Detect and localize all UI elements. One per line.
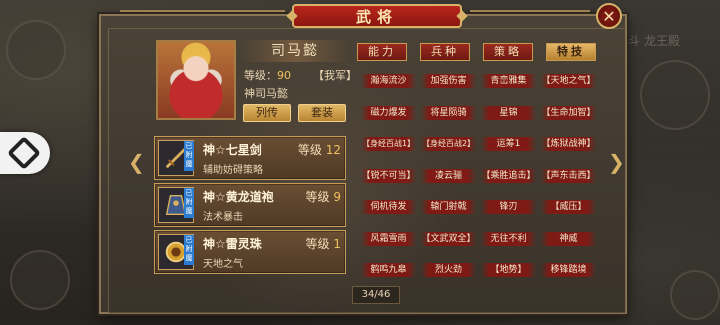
equipment-level-value: 9	[333, 190, 341, 204]
skill-item[interactable]: 运筹1	[481, 137, 536, 151]
tab-special-skills[interactable]: 特技	[546, 43, 596, 61]
equipment-level-value: 1	[333, 237, 341, 251]
close-icon: ✕	[602, 6, 616, 26]
hero-portrait[interactable]	[156, 40, 236, 120]
enchanted-tag: 已附魔	[184, 141, 194, 171]
skill-item[interactable]: 凌云骊	[421, 168, 476, 183]
sword-icon: 已附魔	[158, 140, 194, 176]
equipment-description: 辅助妨碍策略	[203, 165, 263, 176]
skill-item[interactable]: 辕门射戟	[421, 200, 476, 214]
title-decoration-right	[470, 10, 590, 12]
skill-item[interactable]: 【地势】	[481, 263, 536, 277]
page-indicator: 34/46	[352, 286, 400, 304]
equipment-level-label: 等级	[305, 190, 330, 204]
enchanted-tag: 已附魔	[184, 235, 194, 265]
skill-item[interactable]: 移锋踏境	[541, 263, 596, 277]
hero-name: 司马懿	[241, 40, 349, 62]
skill-item[interactable]: 【身经百战2】	[421, 137, 476, 151]
skill-item[interactable]: 【文武双全】	[421, 231, 476, 246]
skill-item[interactable]: 瀚海流沙	[361, 74, 416, 88]
skill-item[interactable]: 【乘胜追击】	[481, 168, 536, 183]
biography-button[interactable]: 列传	[243, 104, 291, 122]
equipment-name: 神☆雷灵珠	[203, 237, 262, 251]
set-button[interactable]: 套装	[298, 104, 346, 122]
menu-glyph-icon	[7, 136, 41, 170]
equipment-level: 等级 12	[298, 141, 341, 158]
equipment-slot[interactable]: 已附魔 神☆七星剑 等级 12 辅助妨碍策略	[154, 136, 346, 180]
hero-faction: 【我军】	[313, 69, 357, 82]
next-arrow-icon[interactable]: ❯	[608, 150, 625, 174]
side-menu-handle[interactable]	[0, 132, 50, 174]
skill-item[interactable]: 将星陨骑	[421, 105, 476, 120]
skill-item[interactable]: 【炼狱战神】	[541, 137, 596, 151]
robe-icon: 已附魔	[158, 187, 194, 223]
previous-arrow-icon[interactable]: ❮	[128, 150, 145, 174]
level-label: 等级：	[244, 69, 277, 82]
skill-item[interactable]: 神威	[541, 231, 596, 246]
skill-item[interactable]: 【天地之气】	[541, 74, 596, 88]
tab-strategy[interactable]: 策略	[483, 43, 533, 61]
equipment-name: 神☆七星剑	[203, 143, 262, 157]
skill-item[interactable]: 鹤鸣九皋	[361, 263, 416, 277]
background-text: 斗 龙王殿	[628, 34, 680, 48]
skill-item[interactable]: 【生命加智】	[541, 105, 596, 120]
skill-item[interactable]: 青峦雅集	[481, 74, 536, 88]
title-decoration-left	[120, 10, 285, 12]
tab-troops[interactable]: 兵种	[420, 43, 470, 61]
skill-item[interactable]: 加强伤害	[421, 74, 476, 88]
equipment-name: 神☆黄龙道袍	[203, 190, 274, 204]
skill-item[interactable]: 磁力爆发	[361, 105, 416, 120]
skill-item[interactable]: 烈火劲	[421, 263, 476, 277]
equipment-description: 天地之气	[203, 259, 243, 270]
equipment-slot[interactable]: 已附魔 神☆黄龙道袍 等级 9 法术暴击	[154, 183, 346, 227]
panel-title: 武将	[292, 4, 462, 28]
background-ring	[6, 20, 66, 80]
equipment-level-label: 等级	[297, 143, 322, 157]
equipment-level-value: 12	[325, 143, 341, 157]
skill-item[interactable]: 星锦	[481, 105, 536, 120]
skill-item[interactable]: 伺机待发	[361, 200, 416, 214]
equipment-description: 法术暴击	[203, 212, 243, 223]
enchanted-tag: 已附魔	[184, 188, 194, 218]
level-value: 90	[277, 69, 291, 82]
equipment-level-label: 等级	[305, 237, 330, 251]
background-ring	[10, 250, 70, 310]
hero-level: 等级：90	[244, 67, 291, 83]
skill-item[interactable]: 无往不利	[481, 231, 536, 246]
skill-item[interactable]: 风霜雪雨	[361, 231, 416, 246]
skill-item[interactable]: 【身经百战1】	[361, 137, 416, 151]
skill-item[interactable]: 【威压】	[541, 200, 596, 214]
skill-item[interactable]: 【声东击西】	[541, 168, 596, 183]
close-button[interactable]: ✕	[596, 3, 622, 29]
skill-item[interactable]: 【锐不可当】	[361, 168, 416, 183]
equipment-level: 等级 1	[306, 235, 341, 252]
background-ring	[670, 270, 720, 320]
equipment-level: 等级 9	[306, 188, 341, 205]
orb-icon: 已附魔	[158, 234, 194, 270]
hero-full-name: 神司马懿	[244, 87, 288, 100]
equipment-slot[interactable]: 已附魔 神☆雷灵珠 等级 1 天地之气	[154, 230, 346, 274]
tab-ability[interactable]: 能力	[357, 43, 407, 61]
background-ring	[640, 60, 710, 130]
skill-item[interactable]: 锋刃	[481, 200, 536, 214]
